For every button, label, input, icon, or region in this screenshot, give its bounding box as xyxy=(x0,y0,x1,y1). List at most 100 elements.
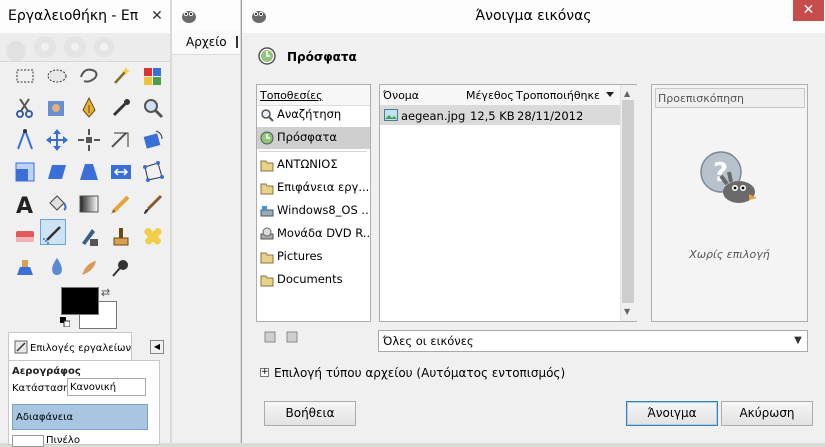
free-select-icon[interactable] xyxy=(76,63,102,89)
blend-icon[interactable] xyxy=(76,191,102,217)
perspective-clone-icon[interactable] xyxy=(12,255,38,281)
place-recent[interactable]: Πρόσφατα xyxy=(257,127,370,149)
foreground-color-swatch[interactable] xyxy=(61,287,99,315)
gimp-wilber-banner xyxy=(0,33,170,62)
paths-icon[interactable] xyxy=(76,95,102,121)
clone-icon[interactable] xyxy=(108,223,134,249)
cancel-button[interactable]: Ακύρωση xyxy=(721,401,813,426)
search-icon xyxy=(260,108,274,122)
perspective-icon[interactable] xyxy=(76,159,102,185)
airbrush-icon[interactable] xyxy=(40,219,66,245)
place-search[interactable]: Αναζήτηση xyxy=(257,104,370,126)
dvd-icon xyxy=(260,227,274,241)
place-label: Windows8_OS ... xyxy=(277,203,370,217)
eraser-icon[interactable] xyxy=(12,223,38,249)
smudge-icon[interactable] xyxy=(76,255,102,281)
ellipse-select-icon[interactable] xyxy=(44,63,70,89)
wilber-banner-icon xyxy=(6,36,114,61)
dialog-title: Άνοιγμα εικόνας xyxy=(475,8,592,24)
places-header-label: Τοποθεσίες xyxy=(260,89,323,102)
place-label: ΑΝΤΩΝΙΟΣ xyxy=(277,157,338,171)
bucket-fill-icon[interactable] xyxy=(44,191,70,217)
column-size[interactable]: Μέγεθος xyxy=(466,89,514,102)
flip-icon[interactable] xyxy=(108,159,134,185)
place-dvd-drive[interactable]: Μονάδα DVD R... xyxy=(257,223,370,245)
paintbrush-icon[interactable] xyxy=(140,191,166,217)
drive-icon xyxy=(260,204,274,218)
place-documents[interactable]: Documents xyxy=(257,269,370,291)
scissors-select-icon[interactable] xyxy=(12,95,38,121)
places-separator xyxy=(259,151,367,152)
swap-colors-icon[interactable]: ⇄ xyxy=(101,286,110,299)
pencil-icon[interactable] xyxy=(108,191,134,217)
place-label: Pictures xyxy=(277,249,323,263)
crop-icon[interactable] xyxy=(108,127,134,153)
file-modified: 28/11/2012 xyxy=(517,109,584,123)
help-button[interactable]: Βοήθεια xyxy=(264,401,356,426)
heal-icon[interactable] xyxy=(140,223,166,249)
place-windows-drive[interactable]: Windows8_OS ... xyxy=(257,200,370,222)
measure-icon[interactable] xyxy=(12,127,38,153)
image-window xyxy=(172,0,240,443)
rect-select-icon[interactable] xyxy=(12,63,38,89)
image-file-icon xyxy=(384,109,398,121)
place-label: Επιφάνεια εργ... xyxy=(277,180,370,194)
add-bookmark-icon[interactable] xyxy=(264,331,276,343)
move-icon[interactable] xyxy=(44,127,70,153)
scroll-up-icon[interactable]: ▲ xyxy=(624,89,630,98)
place-home[interactable]: ΑΝΤΩΝΙΟΣ xyxy=(257,154,370,176)
tool-options-title: Αερογράφος xyxy=(12,366,81,377)
column-modified[interactable]: Τροποποιήθηκε xyxy=(516,89,600,102)
mode-select[interactable]: Κανονική xyxy=(67,378,146,396)
recent-icon xyxy=(260,131,274,145)
open-button[interactable]: Άνοιγμα xyxy=(626,401,718,426)
chevron-down-icon[interactable]: ▼ xyxy=(790,333,806,349)
align-icon[interactable] xyxy=(76,127,102,153)
opacity-slider[interactable]: Αδιαφάνεια xyxy=(12,404,148,430)
scroll-down-icon[interactable]: ▼ xyxy=(624,307,630,316)
brush-label: Πινέλο xyxy=(46,435,80,446)
brush-preview[interactable] xyxy=(12,435,44,447)
sort-descending-icon xyxy=(606,92,614,97)
place-label: Αναζήτηση xyxy=(277,107,342,121)
select-by-color-icon[interactable] xyxy=(140,63,166,89)
text-icon[interactable]: A xyxy=(12,191,38,217)
recent-icon xyxy=(257,46,277,66)
menu-file[interactable]: Αρχείο xyxy=(186,35,227,49)
fuzzy-select-icon[interactable] xyxy=(108,63,134,89)
remove-bookmark-icon[interactable] xyxy=(286,331,298,343)
ink-icon[interactable] xyxy=(76,223,102,249)
rotate-icon[interactable] xyxy=(140,127,166,153)
svg-text:A: A xyxy=(16,194,33,217)
mode-label: Κατάσταση: xyxy=(12,383,73,394)
blur-sharpen-icon[interactable] xyxy=(44,255,70,281)
toolbox-close-button[interactable]: ✕ xyxy=(148,7,166,25)
no-selection-text: Χωρίς επιλογή xyxy=(689,248,770,261)
folder-icon xyxy=(260,250,274,264)
color-picker-icon[interactable] xyxy=(108,95,134,121)
reset-colors-icon[interactable] xyxy=(60,316,71,328)
file-name: aegean.jpg xyxy=(401,109,466,123)
zoom-icon[interactable] xyxy=(140,95,166,121)
column-name[interactable]: Όνομα xyxy=(383,89,419,102)
dialog-close-button[interactable]: ✕ xyxy=(793,0,824,21)
place-pictures[interactable]: Pictures xyxy=(257,246,370,268)
place-label: Πρόσφατα xyxy=(277,130,337,144)
filter-value: Όλες οι εικόνες xyxy=(383,334,474,348)
place-label: Documents xyxy=(277,272,343,286)
place-label: Μονάδα DVD R... xyxy=(277,226,370,240)
place-desktop[interactable]: Επιφάνεια εργ... xyxy=(257,177,370,199)
dodge-burn-icon[interactable] xyxy=(108,255,134,281)
cage-transform-icon[interactable] xyxy=(140,159,166,185)
folder-icon xyxy=(260,273,274,287)
gimp-app-icon xyxy=(178,5,198,25)
tab-menu-icon[interactable]: ◀ xyxy=(150,340,164,354)
scrollbar-thumb[interactable] xyxy=(622,100,634,303)
preview-title: Προεπισκόπηση xyxy=(658,92,744,105)
shear-icon[interactable] xyxy=(44,159,70,185)
expand-plus-icon[interactable]: + xyxy=(260,368,269,377)
foreground-select-icon[interactable] xyxy=(44,95,70,121)
scale-icon[interactable] xyxy=(12,159,38,185)
file-type-expander[interactable]: Επιλογή τύπου αρχείου (Αυτόματος εντοπισ… xyxy=(274,366,565,380)
location-title: Πρόσφατα xyxy=(287,50,357,64)
